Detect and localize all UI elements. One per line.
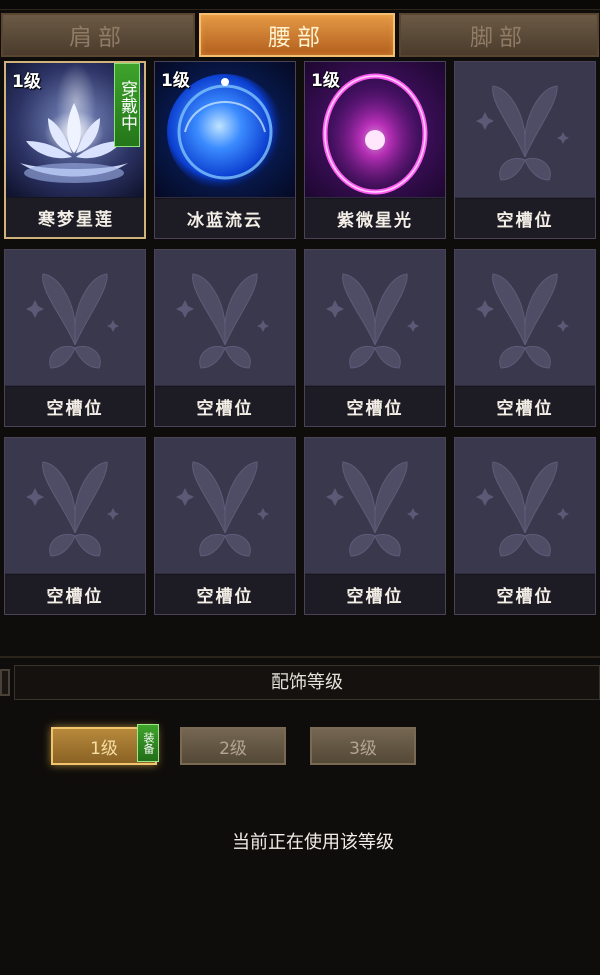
level-2-button[interactable]: 2级	[180, 727, 286, 765]
empty-slot[interactable]: 空槽位	[304, 437, 446, 615]
empty-slot[interactable]: 空槽位	[4, 437, 146, 615]
butterfly-placeholder-icon	[155, 438, 295, 573]
butterfly-placeholder-icon	[155, 250, 295, 385]
section-header: 配饰等级	[0, 665, 600, 700]
slot-name: 空槽位	[305, 574, 445, 614]
accessory-slot-2[interactable]: 1级 冰蓝流云	[154, 61, 296, 239]
empty-slot[interactable]: 空槽位	[154, 437, 296, 615]
section-divider	[0, 656, 600, 658]
slot-name: 冰蓝流云	[155, 198, 295, 238]
accessory-slot-3[interactable]: 1级 紫微星光	[304, 61, 446, 239]
tab-feet[interactable]: 脚部	[399, 13, 599, 57]
status-text: 当前正在使用该等级	[232, 832, 394, 853]
tab-waist[interactable]: 腰部	[199, 13, 395, 57]
section-title: 配饰等级	[271, 672, 343, 693]
empty-slot[interactable]: 空槽位	[454, 61, 596, 239]
slot-name: 空槽位	[5, 574, 145, 614]
slot-name: 空槽位	[5, 386, 145, 426]
butterfly-placeholder-icon	[5, 250, 145, 385]
equipped-tag: 装备	[137, 724, 159, 762]
slot-name: 空槽位	[455, 386, 595, 426]
butterfly-placeholder-icon	[455, 62, 595, 197]
butterfly-placeholder-icon	[305, 438, 445, 573]
butterfly-placeholder-icon	[455, 250, 595, 385]
accessory-slot-1[interactable]: 1级 穿戴中 寒梦星莲	[4, 61, 146, 239]
empty-slot[interactable]: 空槽位	[154, 249, 296, 427]
category-tabs: 肩部 腰部 脚部	[0, 13, 600, 57]
level-label: 1级	[12, 72, 41, 92]
empty-slot[interactable]: 空槽位	[454, 249, 596, 427]
level-label: 1级	[161, 71, 190, 91]
slot-name: 寒梦星莲	[6, 197, 144, 237]
empty-slot[interactable]: 空槽位	[454, 437, 596, 615]
butterfly-placeholder-icon	[305, 250, 445, 385]
top-border	[0, 0, 600, 10]
slot-name: 空槽位	[155, 386, 295, 426]
header-ornament	[0, 669, 10, 696]
wearing-badge: 穿戴中	[114, 63, 140, 147]
empty-slot[interactable]: 空槽位	[4, 249, 146, 427]
butterfly-placeholder-icon	[455, 438, 595, 573]
level-3-button[interactable]: 3级	[310, 727, 416, 765]
slot-name: 空槽位	[155, 574, 295, 614]
slot-name: 紫微星光	[305, 198, 445, 238]
butterfly-placeholder-icon	[5, 438, 145, 573]
empty-slot[interactable]: 空槽位	[304, 249, 446, 427]
tab-shoulder[interactable]: 肩部	[1, 13, 195, 57]
slot-name: 空槽位	[455, 198, 595, 238]
level-label: 1级	[311, 71, 340, 91]
slot-name: 空槽位	[455, 574, 595, 614]
slot-name: 空槽位	[305, 386, 445, 426]
